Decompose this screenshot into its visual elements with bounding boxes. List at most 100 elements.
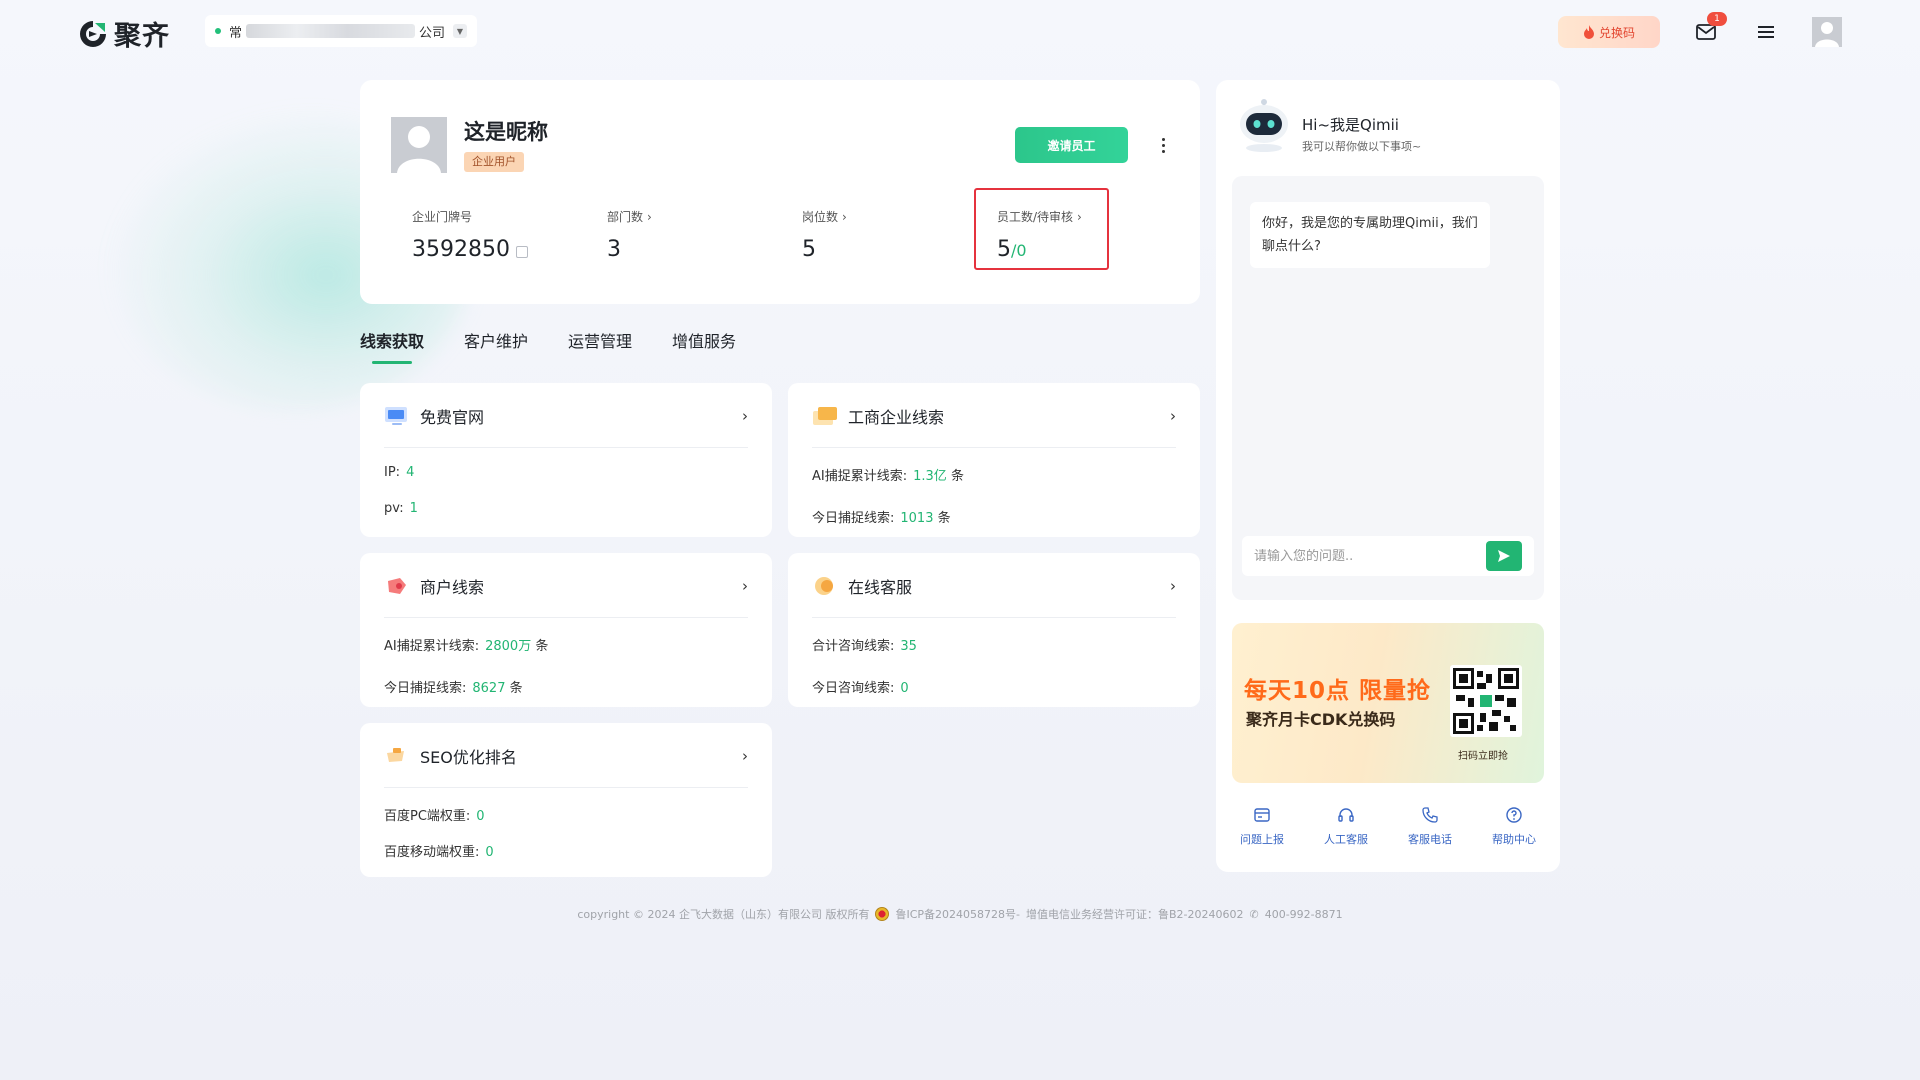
card-stat-row: AI捕捉累计线索: 2800万 条 — [384, 635, 548, 654]
divider — [384, 617, 748, 618]
stat-value: 1013 — [900, 511, 934, 526]
website-icon — [385, 407, 407, 425]
copy-icon[interactable] — [515, 245, 528, 258]
phone-icon — [1422, 807, 1438, 823]
quick-links: 问题上报 人工客服 客服电话 帮助中心 — [1216, 806, 1560, 847]
chevron-right-icon: › — [742, 747, 748, 765]
nickname: 这是昵称 — [464, 120, 548, 144]
stat-label: 合计咨询线索: — [812, 639, 895, 654]
chevron-right-icon: › — [742, 407, 748, 425]
chat-input[interactable] — [1254, 548, 1486, 564]
divider — [812, 617, 1176, 618]
stat-unit: 条 — [509, 681, 523, 696]
divider — [384, 787, 748, 788]
company-selector[interactable]: 常 公司 ▼ — [205, 15, 477, 47]
card-seo-ranking[interactable]: SEO优化排名 › 百度PC端权重: 0 百度移动端权重: 0 — [360, 723, 772, 877]
stat-value: 2800万 — [485, 639, 532, 654]
menu-button[interactable] — [1753, 19, 1779, 45]
quick-link-phone[interactable]: 客服电话 — [1390, 806, 1470, 847]
stat-label: 岗位数 — [802, 210, 839, 224]
chevron-right-icon: › — [647, 209, 652, 224]
quick-link-help[interactable]: 帮助中心 — [1474, 806, 1554, 847]
stat-value: 5 — [802, 237, 816, 262]
footer-phone: 400-992-8871 — [1264, 907, 1343, 921]
card-title: 工商企业线索 — [848, 408, 945, 427]
stat-label: IP: — [384, 465, 401, 480]
stat-label: 企业门牌号 — [412, 210, 473, 224]
stat-unit: 条 — [937, 511, 951, 526]
stat-enterprise-number: 企业门牌号 3592850 — [412, 208, 528, 262]
icp-link[interactable]: 鲁ICP备2024058728号- — [895, 906, 1020, 922]
robot-avatar-icon — [1240, 99, 1288, 152]
more-options-button[interactable] — [1155, 130, 1171, 160]
online-service-icon — [815, 577, 833, 595]
stat-label: AI捕捉累计线索: — [384, 639, 480, 654]
card-merchant-leads[interactable]: 商户线索 › AI捕捉累计线索: 2800万 条 今日捕捉线索: 8627 条 — [360, 553, 772, 707]
stat-departments[interactable]: 部门数 › 3 — [607, 208, 652, 263]
promo-title: 每天10点 限量抢 — [1244, 678, 1432, 704]
card-stat-row: IP: 4 — [384, 465, 414, 480]
quick-link-label: 问题上报 — [1240, 833, 1284, 846]
assistant-greeting: Hi~我是Qimii — [1302, 116, 1399, 134]
help-icon — [1506, 807, 1522, 823]
stat-unit: 条 — [950, 469, 964, 484]
logo-text: 聚齐 — [114, 21, 170, 52]
send-icon — [1498, 550, 1510, 562]
qr-code-icon — [1453, 668, 1519, 734]
card-stat-row: 百度PC端权重: 0 — [384, 805, 485, 824]
promo-banner[interactable]: 每天10点 限量抢 聚齐月卡CDK兑换码 扫码立即抢 — [1232, 623, 1544, 783]
invite-employee-button[interactable]: 邀请员工 — [1015, 127, 1128, 163]
stat-label: 今日咨询线索: — [812, 681, 895, 696]
stat-value: 35 — [900, 639, 917, 654]
user-type-badge: 企业用户 — [464, 152, 524, 172]
stat-positions[interactable]: 岗位数 › 5 — [802, 208, 847, 263]
card-free-website[interactable]: 免费官网 › IP: 4 pv: 1 — [360, 383, 772, 537]
highlight-box — [974, 188, 1109, 270]
tab-lead-acquisition[interactable]: 线索获取 — [360, 328, 424, 364]
redeem-code-button[interactable]: 兑换码 — [1558, 16, 1660, 48]
quick-link-label: 帮助中心 — [1492, 833, 1536, 846]
card-online-service[interactable]: 在线客服 › 合计咨询线索: 35 今日咨询线索: 0 — [788, 553, 1200, 707]
assistant-panel: Hi~我是Qimii 我可以帮你做以下事项~ 你好，我是您的专属助理Qimii，… — [1216, 80, 1560, 872]
headset-icon — [1338, 808, 1354, 822]
tab-customer-maintenance[interactable]: 客户维护 — [464, 328, 528, 364]
quick-link-report[interactable]: 问题上报 — [1222, 806, 1302, 847]
logo-mark-icon — [80, 20, 106, 47]
stat-label: AI捕捉累计线索: — [812, 469, 908, 484]
logo[interactable]: 聚齐 — [78, 14, 170, 53]
card-enterprise-leads[interactable]: 工商企业线索 › AI捕捉累计线索: 1.3亿 条 今日捕捉线索: 1013 条 — [788, 383, 1200, 537]
tab-value-added-services[interactable]: 增值服务 — [672, 328, 736, 364]
quick-link-human-service[interactable]: 人工客服 — [1306, 806, 1386, 847]
send-button[interactable] — [1486, 541, 1522, 571]
quick-link-label: 客服电话 — [1408, 833, 1452, 846]
enterprise-leads-icon — [813, 407, 837, 425]
dropdown-caret-icon: ▼ — [453, 24, 467, 38]
police-badge-icon — [875, 907, 890, 921]
stat-value: 3 — [607, 237, 621, 262]
stat-value: 0 — [476, 809, 485, 824]
divider — [812, 447, 1176, 448]
card-title: 商户线索 — [420, 578, 485, 597]
copyright-text: copyright © 2024 企飞大数据（山东）有限公司 版权所有 — [577, 908, 870, 921]
stat-value: 0 — [485, 845, 494, 860]
profile-avatar[interactable] — [391, 117, 447, 173]
quick-link-label: 人工客服 — [1324, 833, 1368, 846]
card-title: 在线客服 — [848, 578, 913, 597]
profile-card: 这是昵称 企业用户 邀请员工 企业门牌号 3592850 部门数 › 3 岗位数… — [360, 80, 1200, 304]
promo-subtitle: 聚齐月卡CDK兑换码 — [1246, 710, 1396, 729]
mail-button[interactable]: 1 — [1693, 12, 1727, 45]
card-stat-row: 今日咨询线索: 0 — [812, 677, 909, 696]
tab-operations-management[interactable]: 运营管理 — [568, 328, 632, 364]
status-dot — [215, 28, 221, 34]
more-dot-icon — [1161, 143, 1165, 147]
chat-input-bar — [1242, 536, 1534, 576]
stat-value: 0 — [900, 681, 909, 696]
stat-value: 8627 — [472, 681, 506, 696]
company-name-prefix: 常 — [229, 25, 243, 41]
card-stat-row: pv: 1 — [384, 501, 418, 516]
user-avatar[interactable] — [1812, 17, 1842, 47]
card-stat-row: 今日捕捉线索: 8627 条 — [384, 677, 523, 696]
footer: copyright © 2024 企飞大数据（山东）有限公司 版权所有 鲁ICP… — [0, 906, 1920, 922]
card-stat-row: 今日捕捉线索: 1013 条 — [812, 507, 951, 526]
fire-icon — [1583, 25, 1594, 39]
